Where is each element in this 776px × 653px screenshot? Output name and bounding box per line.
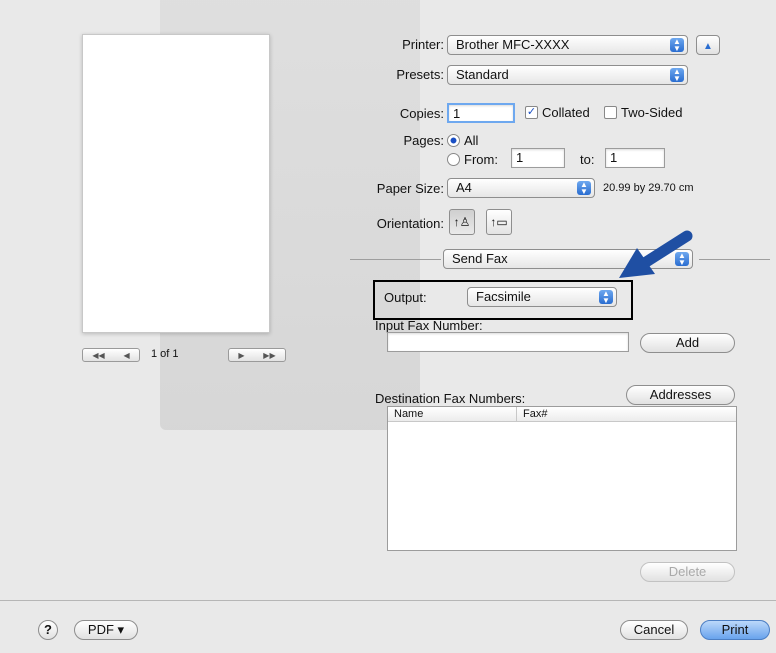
column-header-name[interactable]: Name (388, 407, 517, 421)
paper-dimensions: 20.99 by 29.70 cm (603, 182, 694, 194)
paper-size-value: A4 (456, 180, 472, 195)
page-preview (82, 34, 270, 333)
help-button[interactable]: ? (38, 620, 58, 640)
pages-label: Pages: (403, 133, 444, 148)
pages-to-field[interactable]: 1 (605, 148, 665, 168)
paper-size-popup[interactable]: A4 ▲ ▼ (447, 178, 595, 198)
separator-right (699, 259, 770, 260)
printer-popup[interactable]: Brother MFC-XXXX ▲ ▼ (447, 35, 688, 55)
collated-checkbox[interactable]: ✓ (525, 106, 538, 119)
pages-from-field[interactable]: 1 (511, 148, 565, 168)
pages-from-label: From: (464, 152, 498, 167)
pages-all-radio[interactable] (447, 134, 460, 147)
column-header-fax[interactable]: Fax# (517, 407, 723, 421)
add-button[interactable]: Add (640, 333, 735, 353)
popup-arrows-icon: ▲ ▼ (670, 68, 684, 83)
delete-button[interactable]: Delete (640, 562, 735, 582)
destination-table[interactable]: Name Fax# (387, 406, 737, 551)
orientation-label: Orientation: (376, 216, 444, 231)
presets-popup[interactable]: Standard ▲ ▼ (447, 65, 688, 85)
popup-arrows-icon: ▲ ▼ (599, 290, 613, 305)
cancel-button[interactable]: Cancel (620, 620, 688, 640)
fax-number-label: Input Fax Number: (375, 318, 483, 333)
presets-label: Presets: (396, 67, 444, 82)
portrait-orientation-button[interactable]: ↑♙ (449, 209, 475, 235)
landscape-icon: ↑▭ (490, 215, 508, 229)
portrait-icon: ↑♙ (453, 215, 471, 229)
destinations-label: Destination Fax Numbers: (375, 391, 526, 406)
pages-all-label: All (464, 133, 479, 148)
popup-arrows-icon: ▲ ▼ (670, 38, 684, 53)
printer-value: Brother MFC-XXXX (456, 37, 570, 52)
next-page-icon[interactable]: ▶ (238, 351, 244, 360)
presets-value: Standard (456, 67, 509, 82)
pages-from-radio[interactable] (447, 153, 460, 166)
footer-separator (0, 600, 776, 601)
prev-page-icon[interactable]: ◀ (123, 351, 129, 360)
first-page-icon[interactable]: ◀◀ (92, 351, 104, 360)
copies-field[interactable]: 1 (447, 103, 515, 123)
pages-to-label: to: (580, 152, 595, 167)
panel-value: Send Fax (452, 251, 508, 266)
collated-label: Collated (542, 105, 590, 120)
printer-label: Printer: (402, 37, 444, 52)
last-page-icon[interactable]: ▶▶ (263, 351, 275, 360)
two-sided-checkbox[interactable] (604, 106, 617, 119)
two-sided-label: Two-Sided (621, 105, 683, 120)
landscape-orientation-button[interactable]: ↑▭ (486, 209, 512, 235)
expand-dialog-button[interactable]: ▲ (696, 35, 720, 55)
output-value: Facsimile (476, 289, 531, 304)
preview-next-buttons[interactable]: ▶ ▶▶ (228, 348, 286, 362)
copies-label: Copies: (399, 106, 444, 121)
addresses-button[interactable]: Addresses (626, 385, 735, 405)
pdf-menu-button[interactable]: PDF ▾ (74, 620, 138, 640)
output-popup[interactable]: Facsimile ▲ ▼ (467, 287, 617, 307)
separator-left (350, 259, 441, 260)
output-label: Output: (384, 290, 427, 305)
print-button[interactable]: Print (700, 620, 770, 640)
paper-size-label: Paper Size: (376, 181, 444, 196)
preview-prev-buttons[interactable]: ◀◀ ◀ (82, 348, 140, 362)
page-indicator: 1 of 1 (151, 348, 179, 360)
fax-number-field[interactable] (387, 332, 629, 352)
popup-arrows-icon: ▲ ▼ (577, 181, 591, 196)
annotation-arrow-icon (619, 230, 693, 278)
disclosure-up-icon: ▲ (703, 41, 713, 52)
table-header: Name Fax# (388, 407, 736, 422)
